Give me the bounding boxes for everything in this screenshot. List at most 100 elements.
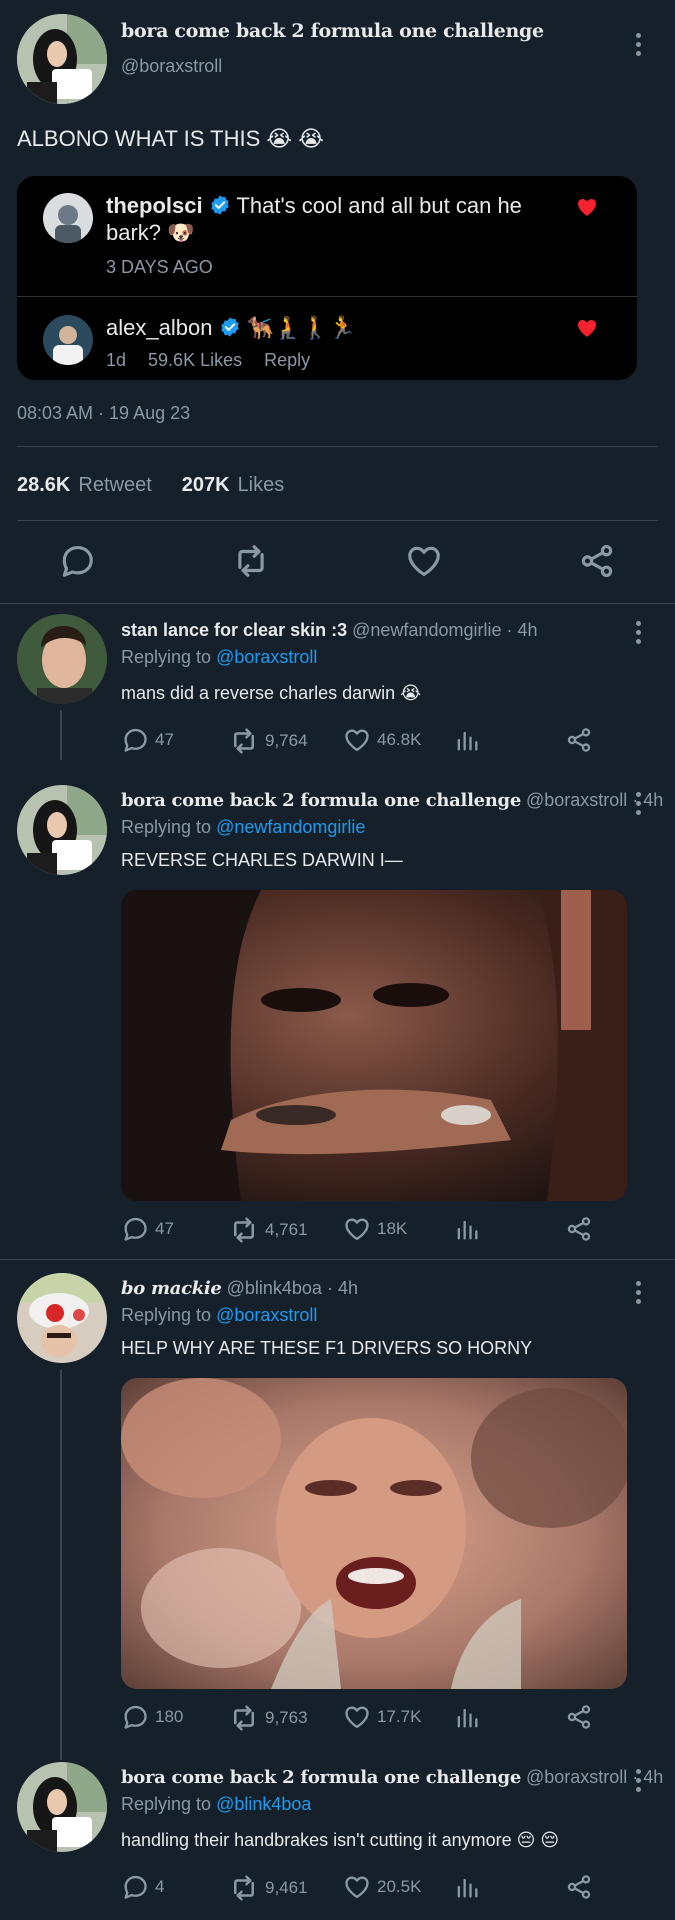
- share-icon: [567, 1705, 591, 1729]
- like-action[interactable]: 17.7K: [343, 1703, 421, 1731]
- comment-time: 1d: [106, 350, 127, 370]
- replying-to: Replying to @boraxstroll: [121, 1305, 317, 1326]
- like-count: 46.8K: [377, 730, 422, 749]
- avatar-photo: [17, 1273, 107, 1363]
- likes-label[interactable]: Likes: [238, 474, 285, 497]
- avatar-photo: [17, 785, 107, 875]
- like-icon: [345, 1218, 369, 1241]
- reply-avatar[interactable]: [17, 1273, 107, 1363]
- alex-albon-username[interactable]: alex_albon: [106, 315, 212, 340]
- analytics-icon: [457, 1220, 478, 1240]
- reply-avatar[interactable]: [17, 1762, 107, 1852]
- reply-action-bar: 47 4,761 18K: [121, 1215, 591, 1247]
- share-action[interactable]: [565, 726, 593, 754]
- avatar-photo: [17, 14, 107, 104]
- analytics-action[interactable]: [453, 726, 481, 754]
- quoted-comments-card[interactable]: thepolsci That's cool and all but can he…: [17, 176, 637, 380]
- retweet-count: 9,764: [265, 731, 308, 750]
- more-options-icon[interactable]: [635, 1281, 641, 1304]
- replying-to-handle[interactable]: @boraxstroll: [216, 647, 317, 667]
- reply-header: stan lance for clear skin :3 @newfandomg…: [121, 620, 538, 641]
- replying-to: Replying to @newfandomgirlie: [121, 817, 365, 838]
- engagement-stats: 28.6K Retweet 207K Likes: [17, 474, 284, 497]
- main-tweet-action-bar: [0, 540, 675, 584]
- reply-avatar[interactable]: [17, 785, 107, 875]
- analytics-action[interactable]: [453, 1703, 481, 1731]
- main-tweet-display-name[interactable]: bora come back 2 formula one challenge: [121, 20, 544, 42]
- avatar-photo: [43, 315, 93, 365]
- share-action[interactable]: [565, 1873, 593, 1901]
- reply-action[interactable]: 47: [121, 1215, 174, 1243]
- reply-icon[interactable]: [58, 542, 96, 580]
- retweets-label[interactable]: Retweet: [78, 474, 151, 497]
- alex-albon-avatar[interactable]: [43, 315, 93, 365]
- reply-display-name[interactable]: stan lance for clear skin :3: [121, 620, 347, 640]
- reply-icon: [124, 728, 147, 752]
- heart-liked-icon[interactable]: [575, 195, 599, 219]
- replying-to-handle[interactable]: @boraxstroll: [216, 1305, 317, 1325]
- reply-display-name[interactable]: bora come back 2 formula one challenge: [121, 790, 521, 811]
- main-tweet-avatar[interactable]: [17, 14, 107, 104]
- retweet-action[interactable]: 4,761: [229, 1215, 308, 1245]
- replying-to-handle[interactable]: @newfandomgirlie: [216, 817, 365, 837]
- alex-albon-emoji-text: 🐕‍🦺🧎🚶🏃: [246, 315, 357, 340]
- retweet-count: 4,761: [265, 1220, 308, 1239]
- comment-reply-link[interactable]: Reply: [264, 350, 310, 371]
- analytics-icon: [457, 1878, 478, 1898]
- like-count: 20.5K: [377, 1877, 422, 1896]
- share-action[interactable]: [565, 1703, 593, 1731]
- reply-action[interactable]: 180: [121, 1703, 183, 1731]
- reply-text: handling their handbrakes isn't cutting …: [121, 1830, 560, 1850]
- reply-count: 47: [155, 1219, 174, 1238]
- thepolsci-avatar[interactable]: [43, 193, 93, 243]
- like-icon: [345, 729, 369, 752]
- replying-prefix: Replying to: [121, 817, 212, 837]
- likes-count[interactable]: 207K: [182, 474, 230, 497]
- reply-action-bar: 4 9,461 20.5K: [121, 1873, 591, 1905]
- like-action[interactable]: 46.8K: [343, 726, 421, 754]
- retweet-icon[interactable]: [232, 542, 270, 580]
- main-tweet-handle[interactable]: @boraxstroll: [121, 56, 222, 77]
- retweet-icon: [234, 1217, 254, 1243]
- replying-to-handle[interactable]: @blink4boa: [216, 1794, 311, 1814]
- more-options-icon[interactable]: [635, 33, 641, 56]
- reply-handle-time[interactable]: @newfandomgirlie · 4h: [352, 620, 537, 640]
- reply-media-image[interactable]: [121, 1378, 627, 1689]
- like-icon: [345, 1876, 369, 1899]
- avatar-photo: [43, 193, 93, 243]
- retweet-action[interactable]: 9,461: [229, 1873, 308, 1903]
- analytics-action[interactable]: [453, 1215, 481, 1243]
- retweet-action[interactable]: 9,763: [229, 1703, 308, 1733]
- reply-action[interactable]: 4: [121, 1873, 164, 1901]
- more-options-icon[interactable]: [635, 621, 641, 644]
- reply-display-name[interactable]: bo mackie: [121, 1278, 222, 1299]
- divider: [0, 603, 675, 604]
- reply-handle-time[interactable]: @blink4boa · 4h: [227, 1278, 358, 1298]
- reply-icon: [124, 1217, 147, 1241]
- reply-handle-time[interactable]: @boraxstroll · 4h: [526, 1767, 663, 1787]
- reply-text: mans did a reverse charles darwin 😭: [121, 683, 422, 703]
- share-action[interactable]: [565, 1215, 593, 1243]
- analytics-icon: [457, 1708, 478, 1728]
- reply-action[interactable]: 47: [121, 726, 174, 754]
- heart-liked-icon[interactable]: [575, 316, 599, 340]
- like-action[interactable]: 18K: [343, 1215, 407, 1243]
- more-options-icon[interactable]: [635, 792, 641, 815]
- reply-avatar[interactable]: [17, 614, 107, 704]
- thepolsci-username[interactable]: thepolsci: [106, 193, 203, 218]
- analytics-action[interactable]: [453, 1873, 481, 1901]
- share-icon[interactable]: [578, 542, 616, 580]
- like-count: 17.7K: [377, 1707, 422, 1726]
- retweet-action[interactable]: 9,764: [229, 726, 308, 756]
- main-tweet-text: ALBONO WHAT IS THIS 😭 😭: [17, 126, 324, 151]
- reply-display-name[interactable]: bora come back 2 formula one challenge: [121, 1767, 521, 1788]
- like-action[interactable]: 20.5K: [343, 1873, 421, 1901]
- like-icon[interactable]: [405, 542, 443, 580]
- retweets-count[interactable]: 28.6K: [17, 474, 70, 497]
- more-options-icon[interactable]: [635, 1769, 641, 1792]
- reply-media-image[interactable]: [121, 890, 627, 1201]
- avatar-photo: [17, 1762, 107, 1852]
- comment-likes[interactable]: 59.6K Likes: [148, 350, 242, 371]
- replying-prefix: Replying to: [121, 647, 212, 667]
- reply-handle-time[interactable]: @boraxstroll · 4h: [526, 790, 663, 810]
